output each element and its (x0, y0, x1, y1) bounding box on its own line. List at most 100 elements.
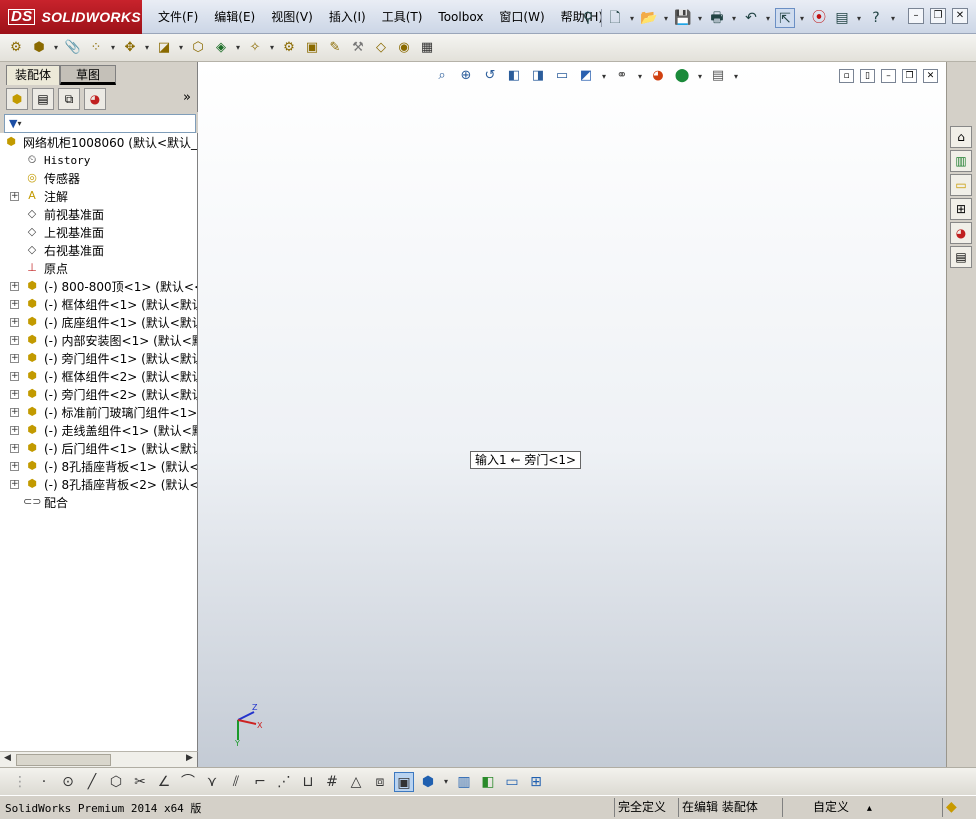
corner-rectangle-icon[interactable]: ⌐ (250, 772, 270, 792)
expand-icon[interactable]: + (10, 443, 19, 453)
close-icon[interactable]: ✕ (952, 8, 968, 24)
tree-item[interactable]: + ⬢ (-) 8孔插座背板<1> (默认< (0, 457, 197, 475)
reference-dropdown-icon[interactable]: ▾ (234, 43, 242, 52)
viewport-restore-icon[interactable]: ❐ (902, 69, 917, 83)
tree-item[interactable]: + A 注解 (0, 187, 197, 205)
expand-icon[interactable]: + (10, 191, 19, 201)
expand-icon[interactable]: + (10, 353, 19, 363)
tree-item[interactable]: + ⬢ (-) 框体组件<2> (默认<默认 (0, 367, 197, 385)
tree-item[interactable]: ⊂⊃ 配合 (0, 493, 197, 511)
parallel-lines-icon[interactable]: ⫽ (226, 772, 246, 792)
rebuild-traffic-light-icon[interactable]: ⦿ (809, 8, 829, 28)
select-cursor-icon[interactable]: ⇱ (775, 8, 795, 28)
exploded-view-icon[interactable]: ▣ (302, 38, 322, 58)
save-icon[interactable]: 💾 (673, 8, 693, 28)
scroll-right-icon[interactable]: ▶ (186, 753, 193, 763)
hide-show-dropdown-icon[interactable]: ▾ (636, 72, 644, 81)
save-dropdown-icon[interactable]: ▾ (696, 14, 704, 23)
view-settings-dropdown-icon[interactable]: ▾ (732, 72, 740, 81)
tree-item[interactable]: + ⬢ (-) 标准前门玻璃门组件<1> (0, 403, 197, 421)
grip-handle-icon[interactable]: ⋮ (10, 772, 30, 792)
view-dropdown-icon[interactable]: ▾ (442, 777, 450, 786)
options-dropdown-icon[interactable]: ▾ (855, 14, 863, 23)
insert-dropdown-icon[interactable]: ▾ (52, 43, 60, 52)
show-hidden-icon[interactable]: ◪ (154, 38, 174, 58)
menu-view[interactable]: 视图(V) (263, 0, 321, 34)
tree-item[interactable]: + ⬢ (-) 内部安装图<1> (默认<默 (0, 331, 197, 349)
scene-dropdown-icon[interactable]: ▾ (696, 72, 704, 81)
tree-item[interactable]: ◇ 前视基准面 (0, 205, 197, 223)
pin-icon[interactable]: ⚲ (578, 8, 598, 28)
tag-icon[interactable]: ◆ (942, 798, 976, 817)
interference-detection-icon[interactable]: ⚒ (348, 38, 368, 58)
more-tabs-chevron-icon[interactable]: » (183, 90, 191, 105)
expand-icon[interactable]: + (10, 407, 19, 417)
point-icon[interactable]: · (34, 772, 54, 792)
help-icon[interactable]: ? (866, 8, 886, 28)
open-folder-icon[interactable]: 📂 (639, 8, 659, 28)
new-motion-study-icon[interactable]: ✧ (245, 38, 265, 58)
display-style-icon[interactable]: ◩ (576, 67, 596, 85)
featuremanager-tree-icon[interactable]: ⬢ (6, 88, 28, 110)
tree-item[interactable]: ⬢ 网络机柜1008060 (默认<默认_5 (0, 133, 197, 151)
file-explorer-icon[interactable]: ▭ (950, 174, 972, 196)
four-view-icon[interactable]: ⊞ (526, 772, 546, 792)
pattern-dropdown-icon[interactable]: ▾ (109, 43, 117, 52)
expand-icon[interactable]: + (10, 299, 19, 309)
grid-icon[interactable]: # (322, 772, 342, 792)
tree-item[interactable]: ◇ 上视基准面 (0, 223, 197, 241)
viewport-close-icon[interactable]: ✕ (923, 69, 938, 83)
tree-item[interactable]: ◎ 传感器 (0, 169, 197, 187)
viewport-minimize-icon[interactable]: – (881, 69, 896, 83)
tree-item[interactable]: ◇ 右视基准面 (0, 241, 197, 259)
tree-item[interactable]: + ⬢ (-) 旁门组件<1> (默认<默认 (0, 349, 197, 367)
menu-edit[interactable]: 编辑(E) (206, 0, 263, 34)
tree-item[interactable]: + ⬢ (-) 底座组件<1> (默认<默认 (0, 313, 197, 331)
menu-tools[interactable]: 工具(T) (374, 0, 431, 34)
minimize-icon[interactable]: – (908, 8, 924, 24)
expand-icon[interactable]: + (10, 371, 19, 381)
section-color-icon[interactable]: ▥ (454, 772, 474, 792)
dashed-construction-icon[interactable]: ⋰ (274, 772, 294, 792)
motion-dropdown-icon[interactable]: ▾ (268, 43, 276, 52)
tree-item[interactable]: ⏲ History (0, 151, 197, 169)
custom-properties-icon[interactable]: ▤ (950, 246, 972, 268)
new-dropdown-icon[interactable]: ▾ (628, 14, 636, 23)
view-palette-icon[interactable]: ⊞ (950, 198, 972, 220)
options-icon[interactable]: ▤ (832, 8, 852, 28)
tree-item[interactable]: ⊥ 原点 (0, 259, 197, 277)
clearance-verification-icon[interactable]: ◇ (371, 38, 391, 58)
new-document-icon[interactable]: 🗋 (605, 8, 625, 28)
help-dropdown-icon[interactable]: ▾ (889, 14, 897, 23)
edit-component-icon[interactable]: ⚙ (6, 38, 26, 58)
menu-window[interactable]: 窗口(W) (491, 0, 552, 34)
tab-assembly[interactable]: 装配体 (6, 65, 60, 85)
viewport-expand-icon[interactable]: ▫ (839, 69, 854, 83)
tab-sketch[interactable]: 草图 (60, 65, 116, 85)
select-dropdown-icon[interactable]: ▾ (798, 14, 806, 23)
menu-toolbox[interactable]: Toolbox (430, 0, 491, 34)
offset-icon[interactable]: ⌒ (178, 772, 198, 792)
move-component-icon[interactable]: ✥ (120, 38, 140, 58)
tree-horizontal-scrollbar[interactable]: ◀ ▶ (0, 751, 198, 767)
angle-icon[interactable]: ∠ (154, 772, 174, 792)
triangle-icon[interactable]: △ (346, 772, 366, 792)
view-orientation-icon[interactable]: ▭ (552, 67, 572, 85)
units-selector[interactable]: 自定义 ▴ (782, 798, 942, 817)
split-view-icon[interactable]: ◧ (478, 772, 498, 792)
show-dropdown-icon[interactable]: ▾ (177, 43, 185, 52)
solidworks-resources-icon[interactable]: ⌂ (950, 126, 972, 148)
tree-item[interactable]: + ⬢ (-) 8孔插座背板<2> (默认< (0, 475, 197, 493)
tree-item[interactable]: + ⬢ (-) 框体组件<1> (默认<默认 (0, 295, 197, 313)
tree-item[interactable]: + ⬢ (-) 旁门组件<2> (默认<默认 (0, 385, 197, 403)
open-dropdown-icon[interactable]: ▾ (662, 14, 670, 23)
configuration-manager-icon[interactable]: ⧉ (58, 88, 80, 110)
property-manager-icon[interactable]: ▤ (32, 88, 54, 110)
instant3d-icon[interactable]: ▦ (417, 38, 437, 58)
edit-appearance-icon[interactable]: ◕ (648, 67, 668, 85)
apply-scene-icon[interactable]: ⬤ (672, 67, 692, 85)
view-settings-icon[interactable]: ▤ (708, 67, 728, 85)
expand-icon[interactable]: + (10, 461, 19, 471)
tree-filter-input[interactable]: ▼ ▾ (4, 114, 196, 133)
mate-reference-tag[interactable]: 输入1 ← 旁门<1> (470, 451, 582, 469)
